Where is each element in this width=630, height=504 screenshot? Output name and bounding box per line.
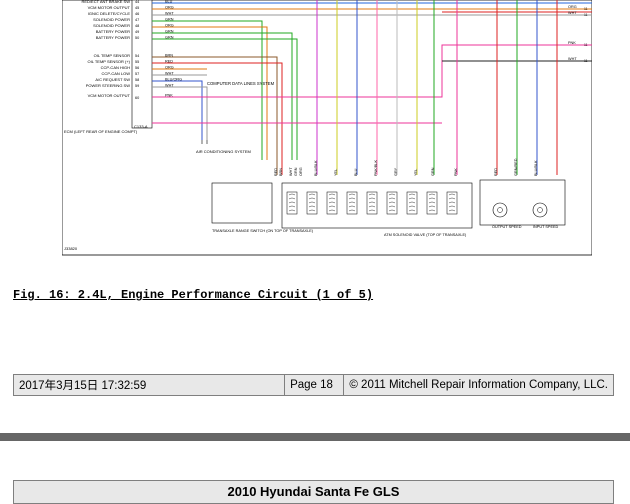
ecm-pin-number: 49 [135,30,139,34]
bottom-wire-label: WHT [289,167,293,176]
page-divider [0,433,630,441]
atm-valve-label: ATM SOLENOID VALVE (TOP OF TRANSAXLE) [384,233,467,237]
ecm-pin-number: 58 [135,78,139,82]
right-wire-label: PNK [568,41,576,45]
vehicle-title: 2010 Hyundai Santa Fe GLS [13,480,614,504]
ecm-pin-label: RED/ECT ANT BRAKE SW [81,0,130,4]
ecm-pin-label: CCP-CAN HIGH [101,65,130,70]
wire-color-label: WHT [165,72,174,76]
ecm-pin-label: VCM MOTOR OUTPUT [88,93,131,98]
wire-color-label: BLU/ORG [165,78,182,82]
ecm-pin-number: 50 [135,36,139,40]
wire-color-label: PNK [165,94,173,98]
bottom-wire-label: GRN [294,167,298,176]
transaxle-switch-label: TRANSAXLE RANGE SWITCH (ON TOP OF TRANSA… [212,229,314,233]
ac-system-label: AIR CONDITIONING SYSTEM [196,149,251,154]
bottom-wire-label: ORG [299,167,303,176]
ecm-pin-label: BATTERY POWER [96,35,130,40]
ecm-pin-number: 60 [135,96,139,100]
bottom-wire-label: BLU/BLK [314,160,318,176]
ecm-pin-number: 45 [135,6,139,10]
bottom-wire-label: GRY [394,167,398,176]
wiring-diagram: RED/ECT ANT BRAKE SWVCM MOTOR OUTPUTIGNI… [62,0,592,256]
wire-color-label: ORG [165,24,174,28]
ecm-pin-number: 46 [135,12,139,16]
right-pin-number: 11 [584,43,588,47]
bottom-wire-label: PNK [454,168,458,176]
bottom-wire-label: BLU/BLK [534,160,538,176]
footer-page-number: Page 18 [285,375,345,395]
input-speed-label: INPUT SPEED [533,225,559,229]
wire-color-label: RED [165,60,173,64]
ecm-pin-number: 44 [135,0,139,4]
ecm-pin-number: 47 [135,18,139,22]
bottom-wire-label: BRN [279,168,283,176]
ecm-pin-number: 55 [135,60,139,64]
bottom-wire-label: RED [494,168,498,176]
right-wire-label: WHT [568,57,577,61]
ecm-pin-number: 59 [135,84,139,88]
bottom-wire-label: GRN [431,167,435,176]
footer-copyright: © 2011 Mitchell Repair Information Compa… [349,379,608,391]
bottom-wire-label: YEL [334,169,338,176]
right-pin-number: 11 [584,7,588,11]
bottom-wire-label: BLU [354,168,358,176]
ecm-pin-number: 54 [135,54,139,58]
connector-id: C133-A [134,124,148,129]
ecm-pin-label: VCM MOTOR OUTPUT [88,5,131,10]
figure-id: J33820 [64,246,78,251]
ecm-pin-label: BATTERY POWER [96,29,130,34]
bottom-wire-label: YEL [414,169,418,176]
transaxle-range-switch [211,182,273,224]
wire-color-label: GRN [165,36,174,40]
wire-color-label: WHT [165,84,174,88]
wire-color-label: GRN [165,30,174,34]
bottom-wire-label: PNK/BLK [374,159,378,176]
computer-data-label: COMPUTER DATA LINES SYSTEM [207,81,275,86]
right-pin-number: 11 [584,13,588,17]
ecm-pin-label: A/C REQUEST SW [95,77,130,82]
speed-sensor-box [479,179,566,226]
bottom-wire-label: GRN/RED [514,158,518,176]
wire-color-label: BRN [165,54,173,58]
ecm-pin-number: 57 [135,72,139,76]
ecm-pin-label: OIL TEMP SENSOR [94,53,130,58]
page-footer: 2017年3月15日 17:32:59 Page 18 © 2011 Mitch… [13,374,614,396]
wire-color-label: ORG [165,6,174,10]
ecm-pin-label: OIL TEMP SENSOR (+) [88,59,131,64]
ecm-pin-number: 56 [135,66,139,70]
ecm-pin-label: SOLENOID POWER [93,23,130,28]
wire-color-label: BLU [165,0,173,4]
ecm-pin-label: CCP-CAN LOW [102,71,131,76]
ecm-pin-number: 48 [135,24,139,28]
figure-caption: Fig. 16: 2.4L, Engine Performance Circui… [13,288,374,302]
ecm-pin-label: IGNIC DELETE/CYCLE [88,11,131,16]
right-wire-label: WHT [568,11,577,15]
ecm-pin-label: POWER STEERING SW [86,83,130,88]
right-wire-label: ORG [568,5,577,9]
ecm-pin-label: SOLENOID POWER [93,17,130,22]
ecm-label: ECM (LEFT REAR OF ENGINE COMPT) [64,129,138,134]
bottom-wire-label: RED [274,168,278,176]
output-speed-label: OUTPUT SPEED [492,225,522,229]
right-pin-number: 11 [584,59,588,63]
footer-datetime: 2017年3月15日 17:32:59 [14,375,286,395]
wire-color-label: ORG [165,66,174,70]
wire-color-label: GRN [165,18,174,22]
wire-color-label: WHT [165,12,174,16]
